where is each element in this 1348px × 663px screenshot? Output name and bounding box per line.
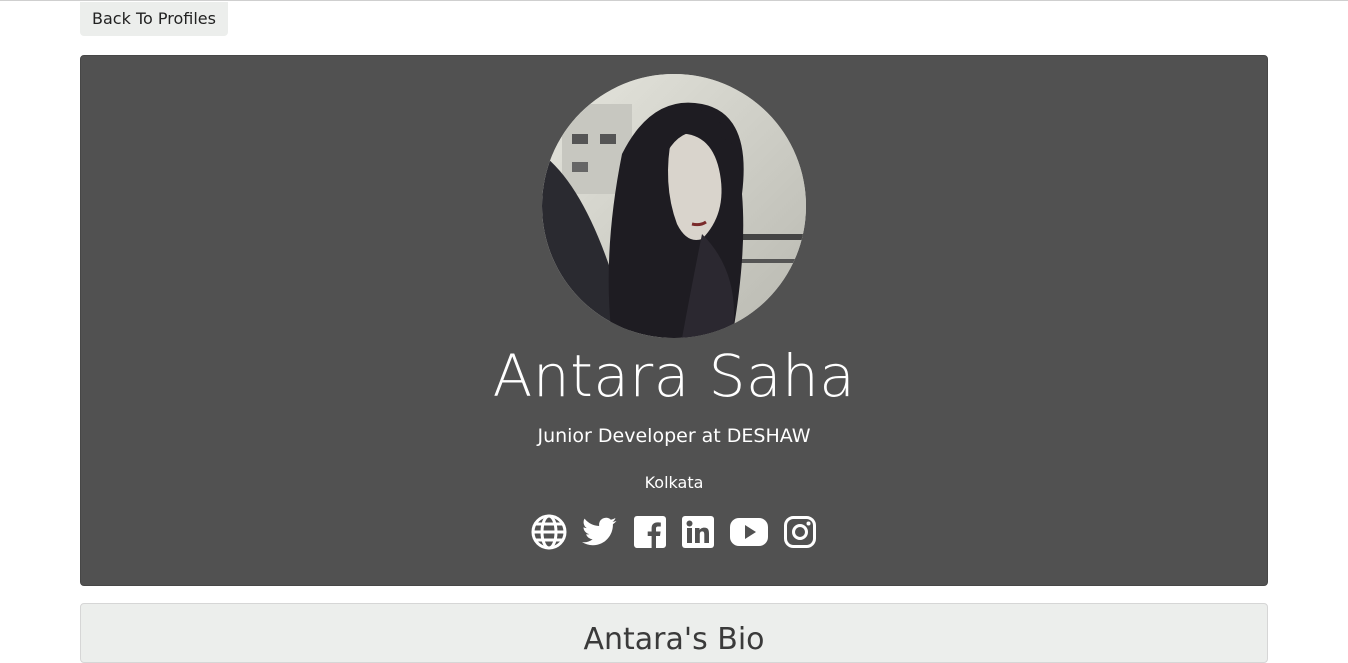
facebook-icon[interactable] xyxy=(633,515,667,549)
bio-title: Antara's Bio xyxy=(583,622,765,657)
job-title: Junior Developer at DESHAW xyxy=(537,425,811,447)
linkedin-icon[interactable] xyxy=(681,515,715,549)
location: Kolkata xyxy=(644,473,704,492)
back-to-profiles-button[interactable]: Back To Profiles xyxy=(80,2,228,36)
top-divider xyxy=(0,0,1348,1)
bio-card: Antara's Bio xyxy=(80,603,1268,663)
globe-icon[interactable] xyxy=(531,514,567,550)
instagram-icon[interactable] xyxy=(783,515,817,549)
youtube-icon[interactable] xyxy=(729,517,769,547)
profile-card: Antara Saha Junior Developer at DESHAW K… xyxy=(80,55,1268,586)
twitter-icon[interactable] xyxy=(581,514,619,550)
social-links xyxy=(81,512,1267,552)
profile-name: Antara Saha xyxy=(492,342,856,410)
avatar xyxy=(542,74,806,338)
